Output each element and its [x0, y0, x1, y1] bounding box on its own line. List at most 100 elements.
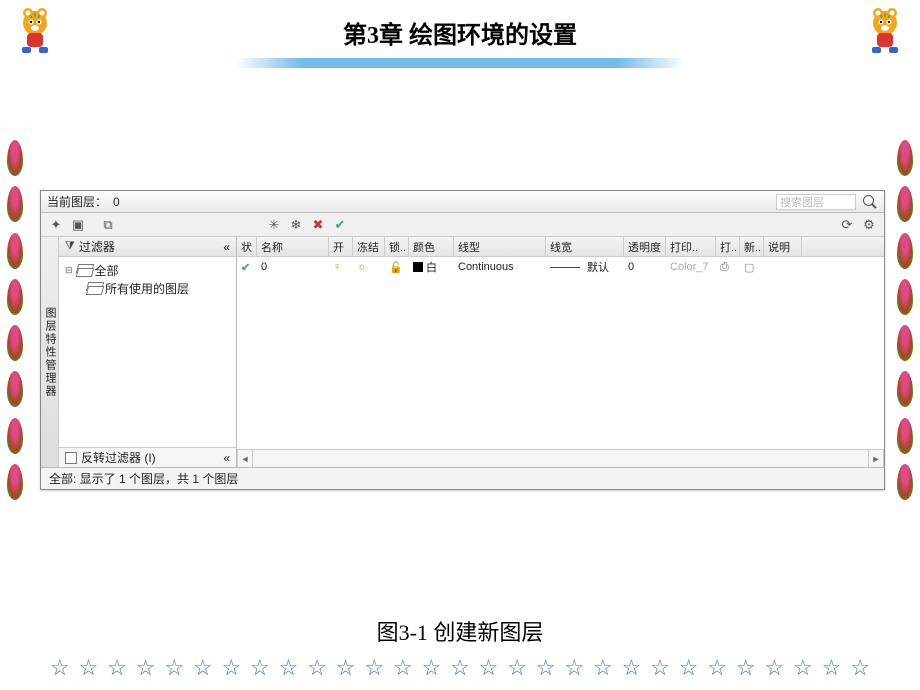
dialog-status-bar: 全部: 显示了 1 个图层，共 1 个图层 [41, 467, 884, 489]
new-layer-freeze-icon[interactable]: ❄ [287, 216, 305, 234]
color-name: 白 [426, 259, 437, 275]
bulb-on-icon[interactable]: ♀ [333, 261, 341, 273]
filter-tree: ⊟ 全部 所有使用的图层 [59, 257, 236, 447]
col-plot[interactable]: 打.. [716, 237, 740, 256]
unlock-icon[interactable]: 🔓 [389, 261, 403, 274]
dialog-titlebar: 当前图层： 0 搜索图层 [41, 191, 884, 213]
layers-icon [87, 282, 101, 294]
star-icon: ☆ [450, 655, 470, 681]
star-icon: ☆ [850, 655, 870, 681]
tree-root[interactable]: ⊟ 全部 [65, 261, 230, 279]
filter-header-label: 过滤器 [79, 238, 115, 255]
star-icon: ☆ [593, 655, 613, 681]
star-icon: ☆ [50, 655, 70, 681]
tree-child-label: 所有使用的图层 [105, 280, 189, 297]
search-icon[interactable] [862, 194, 878, 210]
col-new[interactable]: 新.. [740, 237, 764, 256]
star-icon: ☆ [136, 655, 156, 681]
star-icon: ☆ [107, 655, 127, 681]
col-lock[interactable]: 锁.. [385, 237, 409, 256]
layer-lineweight[interactable]: 默认 [546, 259, 624, 275]
col-linetype[interactable]: 线型 [454, 237, 546, 256]
color-swatch [413, 262, 423, 272]
star-icon: ☆ [707, 655, 727, 681]
star-icon: ☆ [164, 655, 184, 681]
sun-thaw-icon[interactable]: ☼ [357, 261, 367, 273]
star-icon: ☆ [250, 655, 270, 681]
star-icon: ☆ [679, 655, 699, 681]
tree-root-label: 全部 [95, 262, 119, 279]
star-icon: ☆ [507, 655, 527, 681]
collapse-filter-icon[interactable]: « [223, 240, 230, 254]
layer-list-header: 状 名称 开 冻结 锁.. 颜色 线型 线宽 透明度 打印.. 打.. 新.. … [237, 237, 884, 257]
new-group-filter-icon[interactable]: ▣ [69, 216, 87, 234]
invert-filter-checkbox[interactable] [65, 452, 77, 464]
new-layer-icon[interactable]: ✳ [265, 216, 283, 234]
star-icon: ☆ [221, 655, 241, 681]
star-icon: ☆ [822, 655, 842, 681]
new-vp-freeze-icon[interactable]: ▢ [744, 261, 754, 274]
layer-states-icon[interactable]: ⧉ [99, 216, 117, 234]
col-on[interactable]: 开 [329, 237, 353, 256]
scroll-right-icon[interactable]: ► [868, 450, 884, 467]
col-color[interactable]: 颜色 [409, 237, 454, 256]
dialog-toolbar: ✦ ▣ ⧉ ✳ ❄ ✖ ✔ ⟳ ⚙ [41, 213, 884, 237]
col-name[interactable]: 名称 [257, 237, 329, 256]
star-icon: ☆ [393, 655, 413, 681]
col-transparency[interactable]: 透明度 [624, 237, 666, 256]
delete-layer-icon[interactable]: ✖ [309, 216, 327, 234]
layer-name[interactable]: 0 [257, 261, 329, 273]
scroll-left-icon[interactable]: ◄ [237, 450, 253, 467]
layer-linetype[interactable]: Continuous [454, 261, 546, 273]
star-icon: ☆ [793, 655, 813, 681]
col-description[interactable]: 说明 [764, 237, 802, 256]
col-lineweight[interactable]: 线宽 [546, 237, 624, 256]
set-current-icon[interactable]: ✔ [331, 216, 349, 234]
layers-icon [77, 264, 91, 276]
col-freeze[interactable]: 冻结 [353, 237, 385, 256]
collapse-invert-icon[interactable]: « [223, 451, 230, 465]
star-icon: ☆ [479, 655, 499, 681]
tiger-mascot-left [10, 5, 60, 55]
expand-minus-icon[interactable]: ⊟ [65, 265, 73, 276]
star-icon: ☆ [279, 655, 299, 681]
star-icon: ☆ [364, 655, 384, 681]
search-layer-input[interactable]: 搜索图层 [776, 194, 856, 210]
star-icon: ☆ [764, 655, 784, 681]
status-text: 全部: 显示了 1 个图层，共 1 个图层 [49, 470, 238, 487]
star-icon: ☆ [736, 655, 756, 681]
page-title: 第3章 绘图环境的设置 [0, 0, 920, 50]
filter-icon: ⧩ [65, 240, 75, 253]
layer-manager-dialog: 当前图层： 0 搜索图层 ✦ ▣ ⧉ ✳ ❄ ✖ ✔ ⟳ ⚙ 图层特性管理器 ⧩… [40, 190, 885, 490]
star-icon: ☆ [336, 655, 356, 681]
star-icon: ☆ [622, 655, 642, 681]
star-icon: ☆ [422, 655, 442, 681]
lineweight-sample [550, 267, 580, 268]
tiger-mascot-right [860, 5, 910, 55]
layer-transparency[interactable]: 0 [624, 261, 666, 273]
col-plotstyle[interactable]: 打印.. [666, 237, 716, 256]
invert-filter-label: 反转过滤器 (I) [81, 449, 156, 466]
star-icon: ☆ [650, 655, 670, 681]
floral-border-right [895, 140, 915, 500]
layer-list-scrollbar[interactable]: ◄ ► [237, 449, 884, 467]
tree-child[interactable]: 所有使用的图层 [65, 279, 230, 297]
current-layer-value: 0 [113, 195, 120, 209]
refresh-icon[interactable]: ⟳ [838, 216, 856, 234]
printer-icon[interactable]: ⎙ [720, 261, 729, 274]
floral-border-left [5, 140, 25, 500]
current-check-icon: ✔ [241, 261, 250, 274]
layer-color-cell[interactable]: 白 [409, 259, 454, 275]
star-icon: ☆ [307, 655, 327, 681]
figure-caption: 图3-1 创建新图层 [0, 615, 920, 647]
dialog-sidebar-title: 图层特性管理器 [41, 237, 59, 467]
new-filter-icon[interactable]: ✦ [47, 216, 65, 234]
star-divider: ☆☆☆☆☆☆☆☆☆☆☆☆☆☆☆☆☆☆☆☆☆☆☆☆☆☆☆☆☆ [50, 655, 870, 681]
col-status[interactable]: 状 [237, 237, 257, 256]
current-layer-label: 当前图层： [47, 193, 107, 210]
filter-panel: ⧩ 过滤器 « ⊟ 全部 所有使用的图层 反转过滤器 [59, 237, 237, 467]
star-icon: ☆ [193, 655, 213, 681]
layer-row[interactable]: ✔ 0 ♀ ☼ 🔓 白 Continuous 默认 0 Color_7 [237, 257, 884, 277]
layer-list: 状 名称 开 冻结 锁.. 颜色 线型 线宽 透明度 打印.. 打.. 新.. … [237, 237, 884, 467]
settings-icon[interactable]: ⚙ [860, 216, 878, 234]
